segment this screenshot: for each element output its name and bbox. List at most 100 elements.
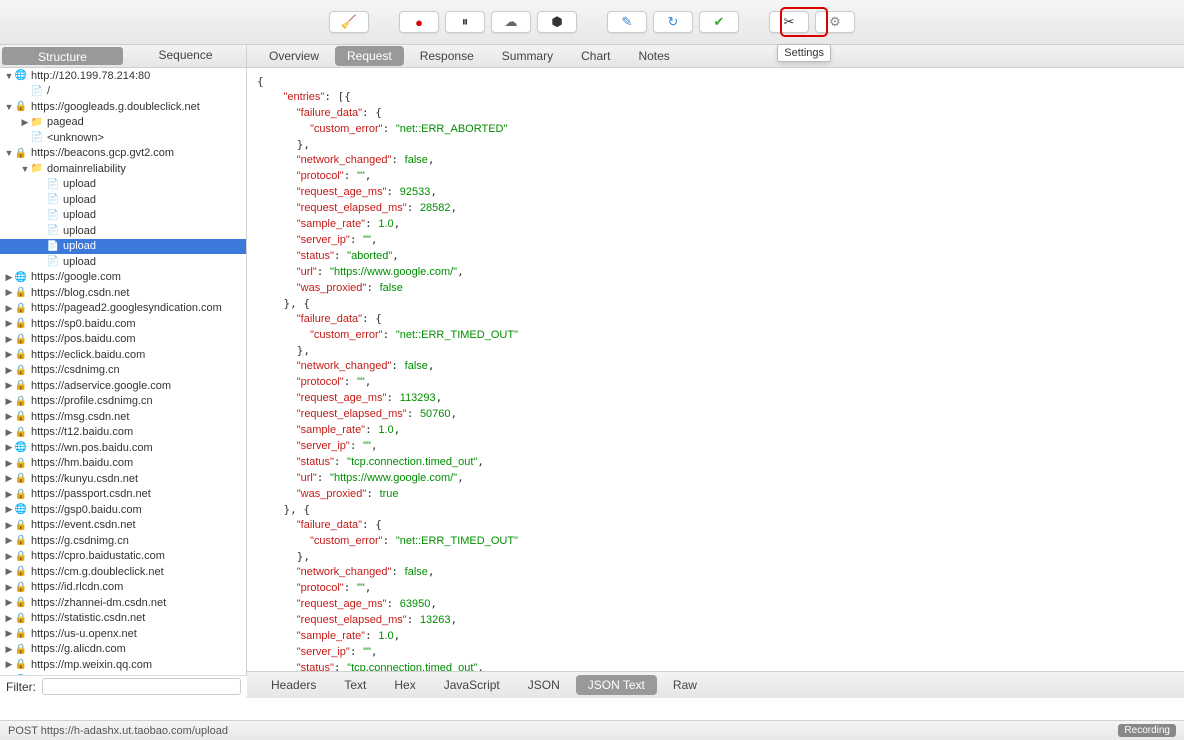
tree-row[interactable]: ▶🔒https://id.rlcdn.com: [0, 580, 246, 596]
tree-row[interactable]: ▼📁domainreliability: [0, 161, 246, 177]
tree-row[interactable]: ▶🔒https://sp0.baidu.com: [0, 316, 246, 332]
tools-icon[interactable]: ✂: [769, 11, 809, 33]
tree-row[interactable]: ▶🔒https://cpro.baidustatic.com: [0, 549, 246, 565]
tree-row[interactable]: ▶🌐https://gsp0.baidu.com: [0, 502, 246, 518]
tree-row[interactable]: ▼🔒https://beacons.gcp.gvt2.com: [0, 146, 246, 162]
tree-label: pagead: [47, 116, 84, 128]
lock-icon: 🔒: [14, 534, 28, 548]
pause-icon[interactable]: ⏸: [445, 11, 485, 33]
tree-row[interactable]: ▶🔒https://us-u.openx.net: [0, 626, 246, 642]
lock-icon: 🔒: [14, 472, 28, 486]
tree-row[interactable]: ▶🔒https://msg.csdn.net: [0, 409, 246, 425]
tree-row[interactable]: ▶🔒https://pagead2.googlesyndication.com: [0, 301, 246, 317]
tab-notes[interactable]: Notes: [626, 46, 681, 66]
toolbar: 🧹 ● ⏸ ☁ ⬢ ✎ ↻ ✔ ✂ ⚙ Settings: [0, 0, 1184, 45]
tree-label: http://120.199.78.214:80: [31, 70, 150, 82]
tree-row[interactable]: ▶🌐https://wn.pos.baidu.com: [0, 440, 246, 456]
tab-summary[interactable]: Summary: [490, 46, 565, 66]
tree-row[interactable]: ▶🔒https://g.csdnimg.cn: [0, 533, 246, 549]
file-icon: 📄: [46, 255, 60, 269]
tab-structure[interactable]: Structure: [2, 47, 123, 65]
refresh-icon[interactable]: ↻: [653, 11, 693, 33]
tree-row[interactable]: 📄upload: [0, 177, 246, 193]
gear-icon[interactable]: ⚙: [815, 11, 855, 33]
lock-icon: 🔒: [14, 410, 28, 424]
record-icon[interactable]: ●: [399, 11, 439, 33]
lock-icon: 🔒: [14, 596, 28, 610]
tree-label: https://us-u.openx.net: [31, 628, 137, 640]
lock-icon: 🔒: [14, 379, 28, 393]
tree-row[interactable]: ▶🔒https://cm.g.doubleclick.net: [0, 564, 246, 580]
tree-row[interactable]: ▼🌐http://120.199.78.214:80: [0, 68, 246, 84]
tree-row[interactable]: 📄upload: [0, 239, 246, 255]
btab-headers[interactable]: Headers: [259, 675, 328, 695]
btab-text[interactable]: Text: [332, 675, 378, 695]
tree-row[interactable]: ▶🔒https://eclick.baidu.com: [0, 347, 246, 363]
globe-icon: 🌐: [14, 69, 28, 83]
file-icon: 📄: [46, 177, 60, 191]
lock-icon: 🔒: [14, 549, 28, 563]
tree-row[interactable]: 📄<unknown>: [0, 130, 246, 146]
json-text-view[interactable]: { "entries": [{ "failure_data": { "custo…: [247, 68, 1184, 671]
tree-row[interactable]: ▶🔒https://g.alicdn.com: [0, 642, 246, 658]
file-icon: 📄: [46, 239, 60, 253]
filter-input[interactable]: [42, 678, 241, 695]
lock-icon: 🔒: [14, 100, 28, 114]
tree-row[interactable]: ▶🔒https://adservice.google.com: [0, 378, 246, 394]
tree-row[interactable]: 📄/: [0, 84, 246, 100]
file-icon: 📄: [46, 193, 60, 207]
tree-row[interactable]: ▼🔒https://googleads.g.doubleclick.net: [0, 99, 246, 115]
lock-icon: 🔒: [14, 332, 28, 346]
tree-row[interactable]: ▶🌐https://google.com: [0, 270, 246, 286]
tree-label: https://adservice.google.com: [31, 380, 171, 392]
tree-label: https://pos.baidu.com: [31, 333, 136, 345]
tree-label: https://id.rlcdn.com: [31, 581, 123, 593]
tree-row[interactable]: 📄upload: [0, 223, 246, 239]
lock-icon: 🔒: [14, 146, 28, 160]
tree-label: https://hm.baidu.com: [31, 457, 133, 469]
lock-icon: 🔒: [14, 580, 28, 594]
lock-icon: 🔒: [14, 565, 28, 579]
broom-icon[interactable]: 🧹: [329, 11, 369, 33]
tree-row[interactable]: ▶🔒https://pos.baidu.com: [0, 332, 246, 348]
tree-label: upload: [63, 209, 96, 221]
tree-label: upload: [63, 256, 96, 268]
tab-chart[interactable]: Chart: [569, 46, 622, 66]
tree-row[interactable]: ▶🔒https://zhannei-dm.csdn.net: [0, 595, 246, 611]
tab-response[interactable]: Response: [408, 46, 486, 66]
sidebar-tree[interactable]: ▼🌐http://120.199.78.214:80📄/▼🔒https://go…: [0, 68, 247, 698]
tab-request[interactable]: Request: [335, 46, 404, 66]
tree-row[interactable]: ▶🔒https://mp.weixin.qq.com: [0, 657, 246, 673]
pencil-icon[interactable]: ✎: [607, 11, 647, 33]
tree-row[interactable]: ▶🔒https://blog.csdn.net: [0, 285, 246, 301]
check-icon[interactable]: ✔: [699, 11, 739, 33]
tree-row[interactable]: ▶🔒https://passport.csdn.net: [0, 487, 246, 503]
tree-row[interactable]: 📄upload: [0, 208, 246, 224]
tree-label: https://gsp0.baidu.com: [31, 504, 142, 516]
btab-javascript[interactable]: JavaScript: [432, 675, 512, 695]
tree-row[interactable]: ▶🔒https://csdnimg.cn: [0, 363, 246, 379]
tree-row[interactable]: ▶📁pagead: [0, 115, 246, 131]
tree-row[interactable]: ▶🔒https://profile.csdnimg.cn: [0, 394, 246, 410]
lock-icon: 🔒: [14, 642, 28, 656]
tree-row[interactable]: ▶🔒https://event.csdn.net: [0, 518, 246, 534]
lock-icon: 🔒: [14, 658, 28, 672]
tree-row[interactable]: ▶🔒https://statistic.csdn.net: [0, 611, 246, 627]
btab-hex[interactable]: Hex: [382, 675, 427, 695]
globe-icon: 🌐: [14, 270, 28, 284]
tree-row[interactable]: 📄upload: [0, 254, 246, 270]
btab-jsontext[interactable]: JSON Text: [576, 675, 657, 695]
tree-row[interactable]: 📄upload: [0, 192, 246, 208]
tab-overview[interactable]: Overview: [257, 46, 331, 66]
tab-sequence[interactable]: Sequence: [125, 45, 246, 67]
tree-label: https://msg.csdn.net: [31, 411, 129, 423]
tree-label: https://passport.csdn.net: [31, 488, 151, 500]
tree-row[interactable]: ▶🔒https://t12.baidu.com: [0, 425, 246, 441]
tree-row[interactable]: ▶🔒https://hm.baidu.com: [0, 456, 246, 472]
cloud-icon[interactable]: ☁: [491, 11, 531, 33]
tree-row[interactable]: ▶🔒https://kunyu.csdn.net: [0, 471, 246, 487]
tree-label: https://eclick.baidu.com: [31, 349, 145, 361]
btab-raw[interactable]: Raw: [661, 675, 709, 695]
btab-json[interactable]: JSON: [516, 675, 572, 695]
hex-icon[interactable]: ⬢: [537, 11, 577, 33]
